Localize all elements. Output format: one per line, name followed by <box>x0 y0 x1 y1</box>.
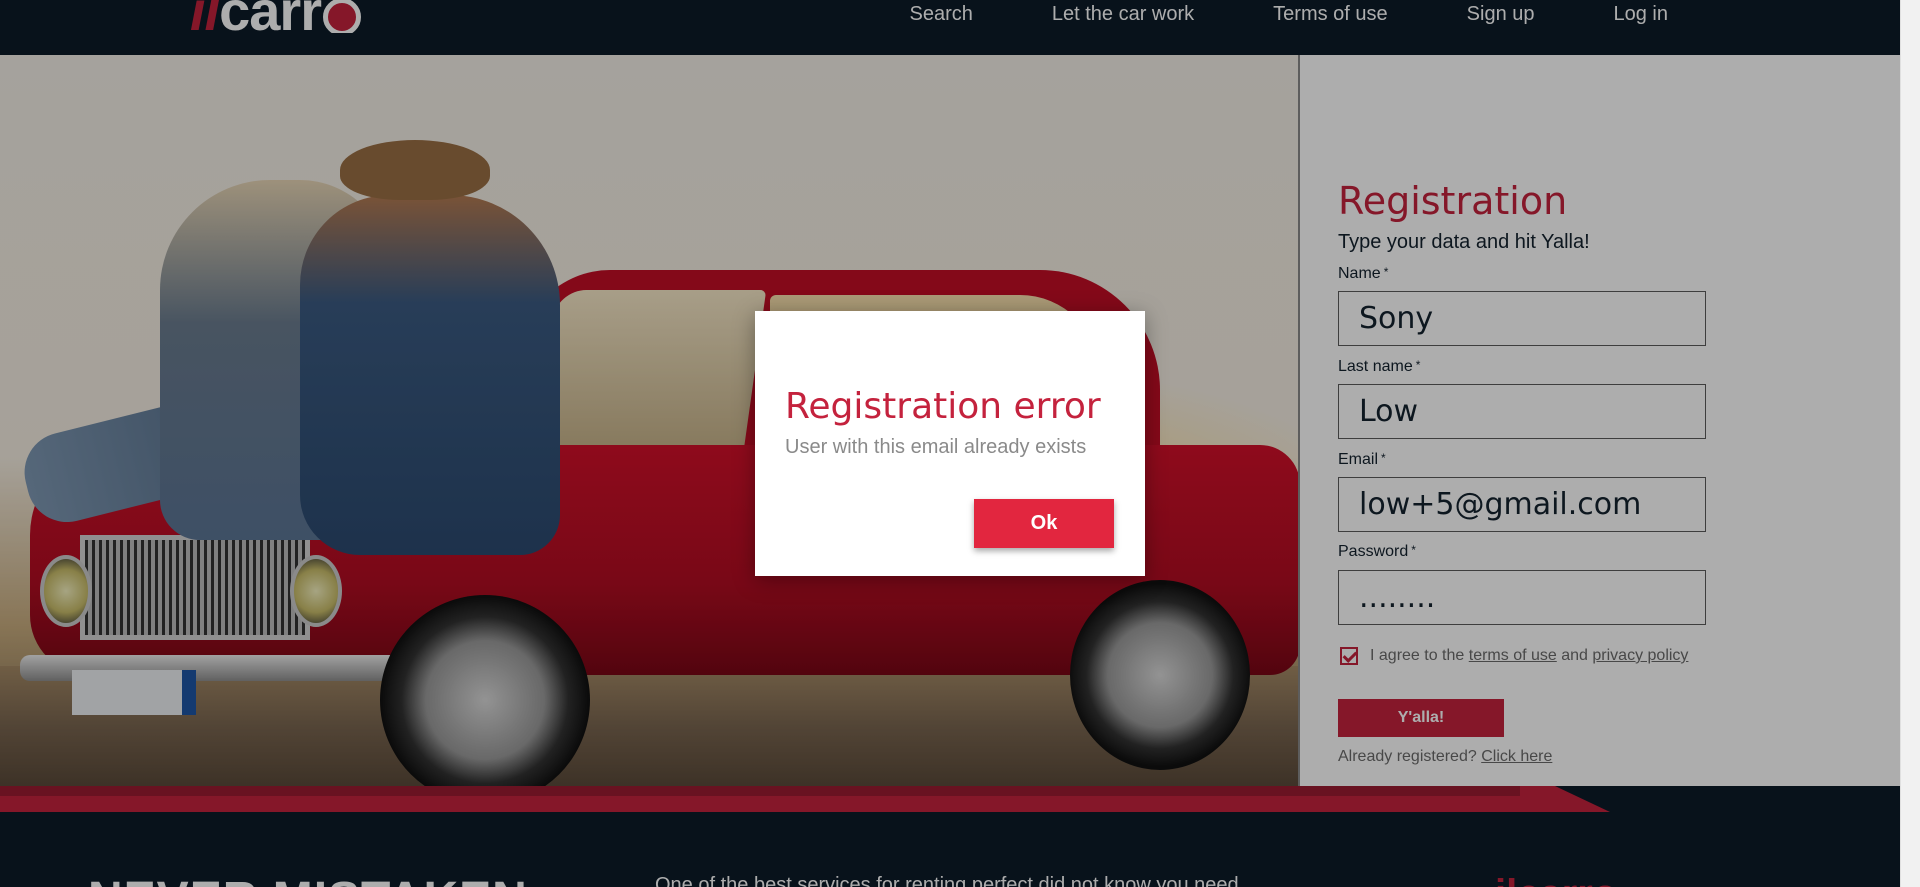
dialog-message: User with this email already exists <box>785 436 1087 458</box>
page-scrollbar[interactable] <box>1900 0 1920 887</box>
dialog-title: Registration error <box>785 386 1101 427</box>
ok-button[interactable]: Ok <box>974 499 1114 548</box>
registration-error-dialog: Registration error User with this email … <box>755 311 1145 576</box>
